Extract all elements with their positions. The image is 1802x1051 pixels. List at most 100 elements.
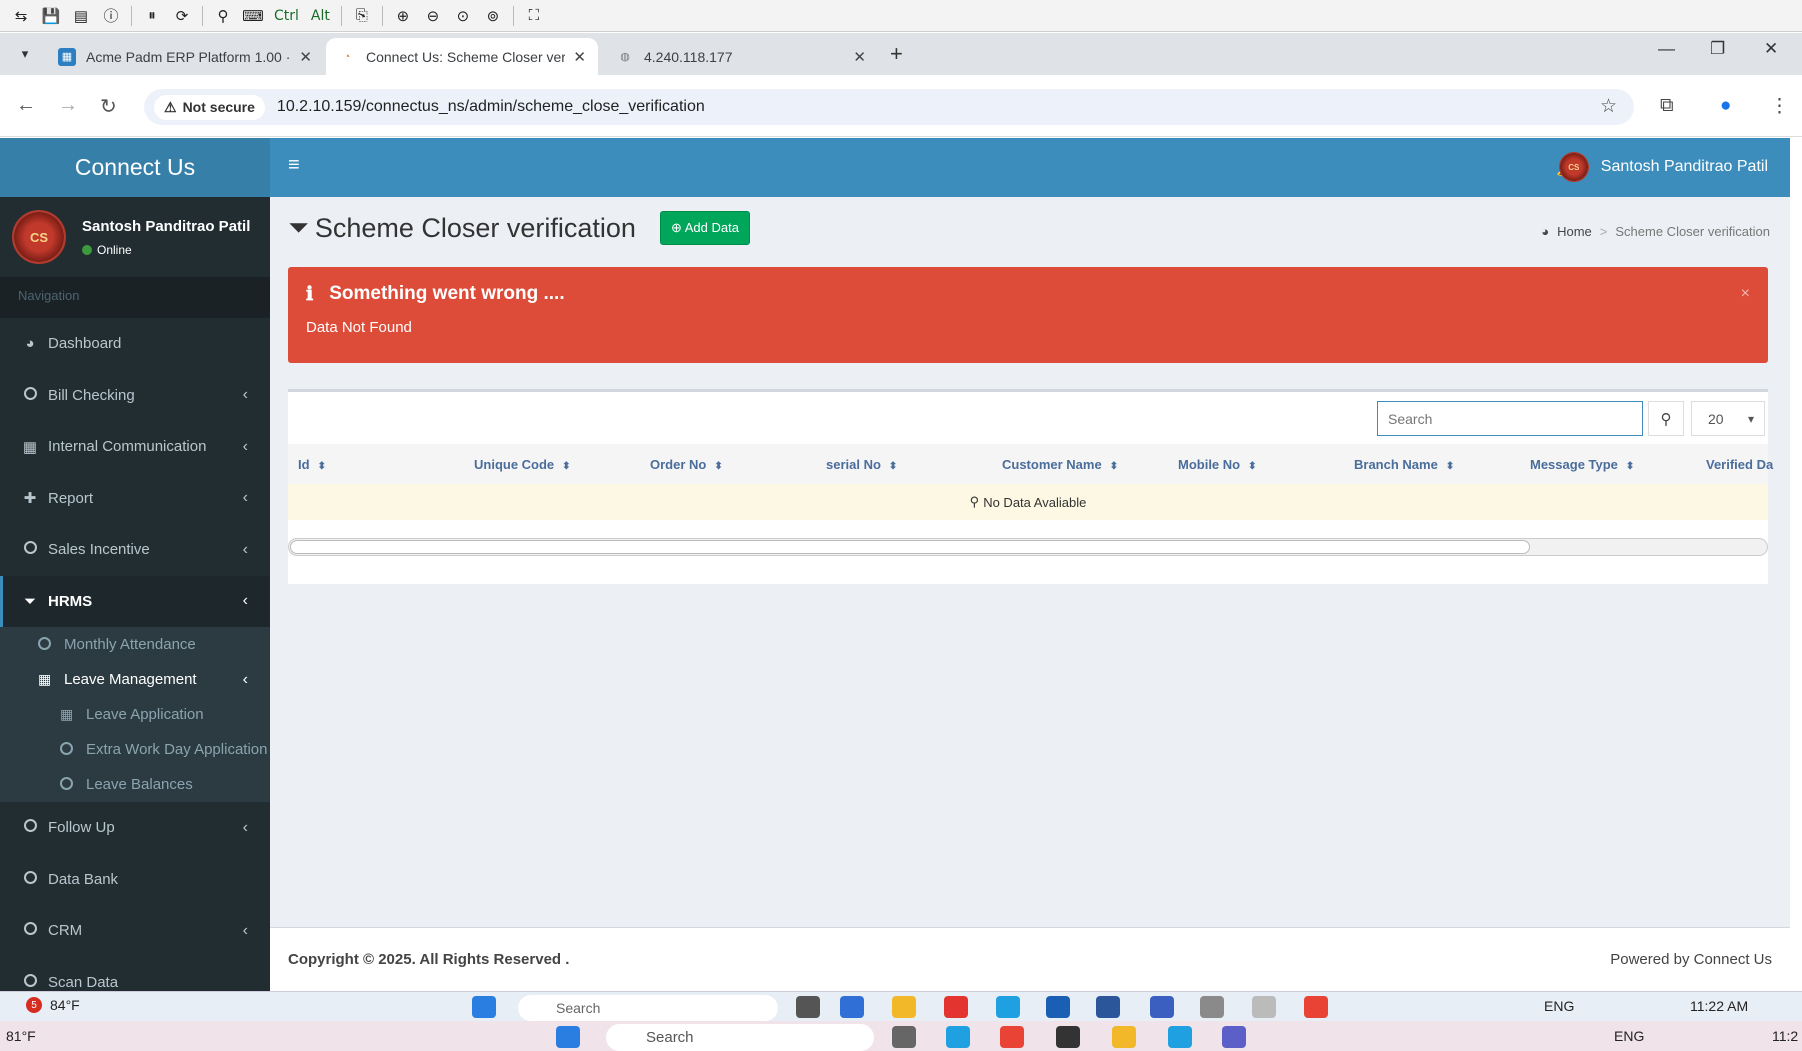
- column-header-customer-name[interactable]: Customer Name ⬍: [1002, 457, 1118, 472]
- scrollbar-thumb[interactable]: [290, 540, 1530, 554]
- zoom-fit-icon[interactable]: ⊙: [450, 4, 476, 28]
- sidebar-item-sales-incentive[interactable]: Sales Incentive ‹: [0, 524, 270, 576]
- close-tab-icon[interactable]: ✕: [299, 48, 312, 66]
- sidebar-item-leave-application[interactable]: ▦ Leave Application: [0, 697, 270, 732]
- brand-logo[interactable]: Connect Us: [0, 138, 270, 197]
- file-explorer-icon[interactable]: [892, 996, 916, 1018]
- back-icon[interactable]: ←: [16, 94, 36, 117]
- column-header-order-no[interactable]: Order No ⬍: [650, 457, 723, 472]
- info-icon[interactable]: ⓘ: [98, 4, 124, 28]
- outlook-icon[interactable]: [1096, 996, 1120, 1018]
- column-header-message-type[interactable]: Message Type ⬍: [1530, 457, 1634, 472]
- new-tab-icon[interactable]: +: [890, 41, 903, 67]
- refresh-icon[interactable]: ⟳: [169, 4, 195, 28]
- sidebar-item-leave-management[interactable]: ▦ Leave Management ‹: [0, 662, 270, 697]
- close-window-icon[interactable]: ✕: [1764, 39, 1778, 59]
- edge-icon[interactable]: [996, 996, 1020, 1018]
- extensions-icon[interactable]: ⧉: [1660, 95, 1674, 117]
- column-header-mobile-no[interactable]: Mobile No ⬍: [1178, 457, 1257, 472]
- tab-ip-address[interactable]: ◍ 4.240.118.177 ✕: [604, 38, 878, 75]
- close-tab-icon[interactable]: ✕: [573, 48, 586, 66]
- sidebar-item-monthly-attendance[interactable]: Monthly Attendance: [0, 627, 270, 662]
- binoculars-icon[interactable]: ⚲: [210, 4, 236, 28]
- windows-start-icon[interactable]: [472, 996, 496, 1018]
- restore-icon[interactable]: ❐: [1710, 39, 1725, 59]
- app-icon[interactable]: [1056, 1026, 1080, 1048]
- search-input[interactable]: [1377, 401, 1643, 436]
- browser-menu-icon[interactable]: ⋮: [1770, 95, 1789, 118]
- forward-icon[interactable]: →: [58, 94, 78, 117]
- sidebar-item-dashboard[interactable]: ◕ Dashboard: [0, 318, 270, 370]
- calculator-icon[interactable]: [1200, 996, 1224, 1018]
- file-explorer-icon[interactable]: [1112, 1026, 1136, 1048]
- taskbar-search[interactable]: Search: [606, 1024, 874, 1051]
- tab-search-dropdown[interactable]: ▾: [10, 39, 40, 69]
- connect-icon[interactable]: ⇆: [8, 4, 34, 28]
- windows-start-icon[interactable]: [556, 1026, 580, 1048]
- hamburger-menu-icon[interactable]: ≡: [288, 154, 300, 177]
- column-header-branch-name[interactable]: Branch Name ⬍: [1354, 457, 1454, 472]
- url-text[interactable]: 10.2.10.159/connectus_ns/admin/scheme_cl…: [277, 98, 705, 116]
- minimize-icon[interactable]: —: [1658, 39, 1675, 59]
- weather-widget[interactable]: 5 84°F: [26, 997, 80, 1013]
- close-icon[interactable]: ×: [1741, 285, 1750, 303]
- breadcrumb-home-link[interactable]: Home: [1557, 224, 1592, 239]
- app-icon[interactable]: [946, 1026, 970, 1048]
- navbar-user-menu[interactable]: CS Santosh Panditrao Patil: [1558, 152, 1768, 182]
- close-tab-icon[interactable]: ✕: [853, 48, 866, 66]
- pause-icon[interactable]: ⏸: [139, 4, 165, 28]
- zoom-in-icon[interactable]: ⊕: [390, 4, 416, 28]
- store-icon[interactable]: [1046, 996, 1070, 1018]
- ctrl-key-button[interactable]: Ctrl: [270, 8, 303, 24]
- reload-icon[interactable]: ↻: [100, 94, 117, 119]
- chrome-icon[interactable]: [1000, 1026, 1024, 1048]
- teams-icon[interactable]: [1222, 1026, 1246, 1048]
- clock[interactable]: 11:2: [1772, 1028, 1798, 1044]
- column-header-id[interactable]: Id ⬍: [298, 457, 326, 472]
- sidebar-item-leave-balances[interactable]: Leave Balances: [0, 767, 270, 802]
- omnibox[interactable]: ⚠ Not secure 10.2.10.159/connectus_ns/ad…: [144, 89, 1634, 125]
- weather-temp[interactable]: 81°F: [6, 1028, 36, 1044]
- task-view-icon[interactable]: [796, 996, 820, 1018]
- language-indicator[interactable]: ENG: [1544, 998, 1574, 1014]
- tab-acme-erp[interactable]: ▦ Acme Padm ERP Platform 1.00 · ✕: [46, 38, 324, 75]
- chrome-icon[interactable]: [1304, 996, 1328, 1018]
- language-indicator[interactable]: ENG: [1614, 1028, 1644, 1044]
- edge-icon[interactable]: [1168, 1026, 1192, 1048]
- keyboard-icon[interactable]: ⌨: [240, 4, 266, 28]
- page-size-select[interactable]: 20 ▾: [1691, 401, 1765, 436]
- search-icon[interactable]: ⚲: [1648, 401, 1684, 436]
- clock[interactable]: 11:22 AM: [1690, 998, 1748, 1014]
- column-header-serial-no[interactable]: serial No ⬍: [826, 457, 897, 472]
- app-icon[interactable]: [1150, 996, 1174, 1018]
- sidebar-item-internal-communication[interactable]: ▦ Internal Communication ‹: [0, 421, 270, 473]
- properties-icon[interactable]: ▤: [68, 4, 94, 28]
- copy-icon[interactable]: ⎘: [349, 4, 375, 28]
- copilot-icon[interactable]: [840, 996, 864, 1018]
- column-header-unique-code[interactable]: Unique Code ⬍: [474, 457, 571, 472]
- sidebar-item-follow-up[interactable]: Follow Up ‹: [0, 802, 270, 854]
- zoom-actual-icon[interactable]: ⊚: [480, 4, 506, 28]
- fullscreen-icon[interactable]: ⛶: [521, 4, 547, 28]
- sidebar-item-crm[interactable]: CRM ‹: [0, 905, 270, 957]
- save-icon[interactable]: 💾: [38, 4, 64, 28]
- app-icon[interactable]: [1252, 996, 1276, 1018]
- sidebar-item-report[interactable]: ✚ Report ‹: [0, 473, 270, 525]
- alt-key-button[interactable]: Alt: [307, 8, 334, 24]
- sidebar-item-bill-checking[interactable]: Bill Checking ‹: [0, 370, 270, 422]
- sidebar-item-data-bank[interactable]: Data Bank: [0, 854, 270, 906]
- taskbar-search[interactable]: Search: [518, 995, 778, 1021]
- app-icon[interactable]: [944, 996, 968, 1018]
- security-badge[interactable]: ⚠ Not secure: [154, 94, 265, 120]
- bookmark-star-icon[interactable]: ☆: [1600, 95, 1617, 118]
- add-data-button[interactable]: ⊕ Add Data: [659, 211, 750, 245]
- task-view-icon[interactable]: [892, 1026, 916, 1048]
- sidebar-item-hrms[interactable]: ⏷ HRMS ‹: [0, 575, 270, 627]
- tab-connect-us[interactable]: ◔ Connect Us: Scheme Closer veri ✕: [326, 38, 598, 75]
- column-header-verified-date[interactable]: Verified Da: [1706, 457, 1773, 472]
- sidebar-item-extra-work-day[interactable]: Extra Work Day Application: [0, 732, 270, 767]
- sidebar-item-scan-data[interactable]: Scan Data: [0, 957, 270, 992]
- zoom-out-icon[interactable]: ⊖: [420, 4, 446, 28]
- profile-icon[interactable]: ●: [1720, 95, 1731, 117]
- horizontal-scrollbar[interactable]: [288, 538, 1768, 556]
